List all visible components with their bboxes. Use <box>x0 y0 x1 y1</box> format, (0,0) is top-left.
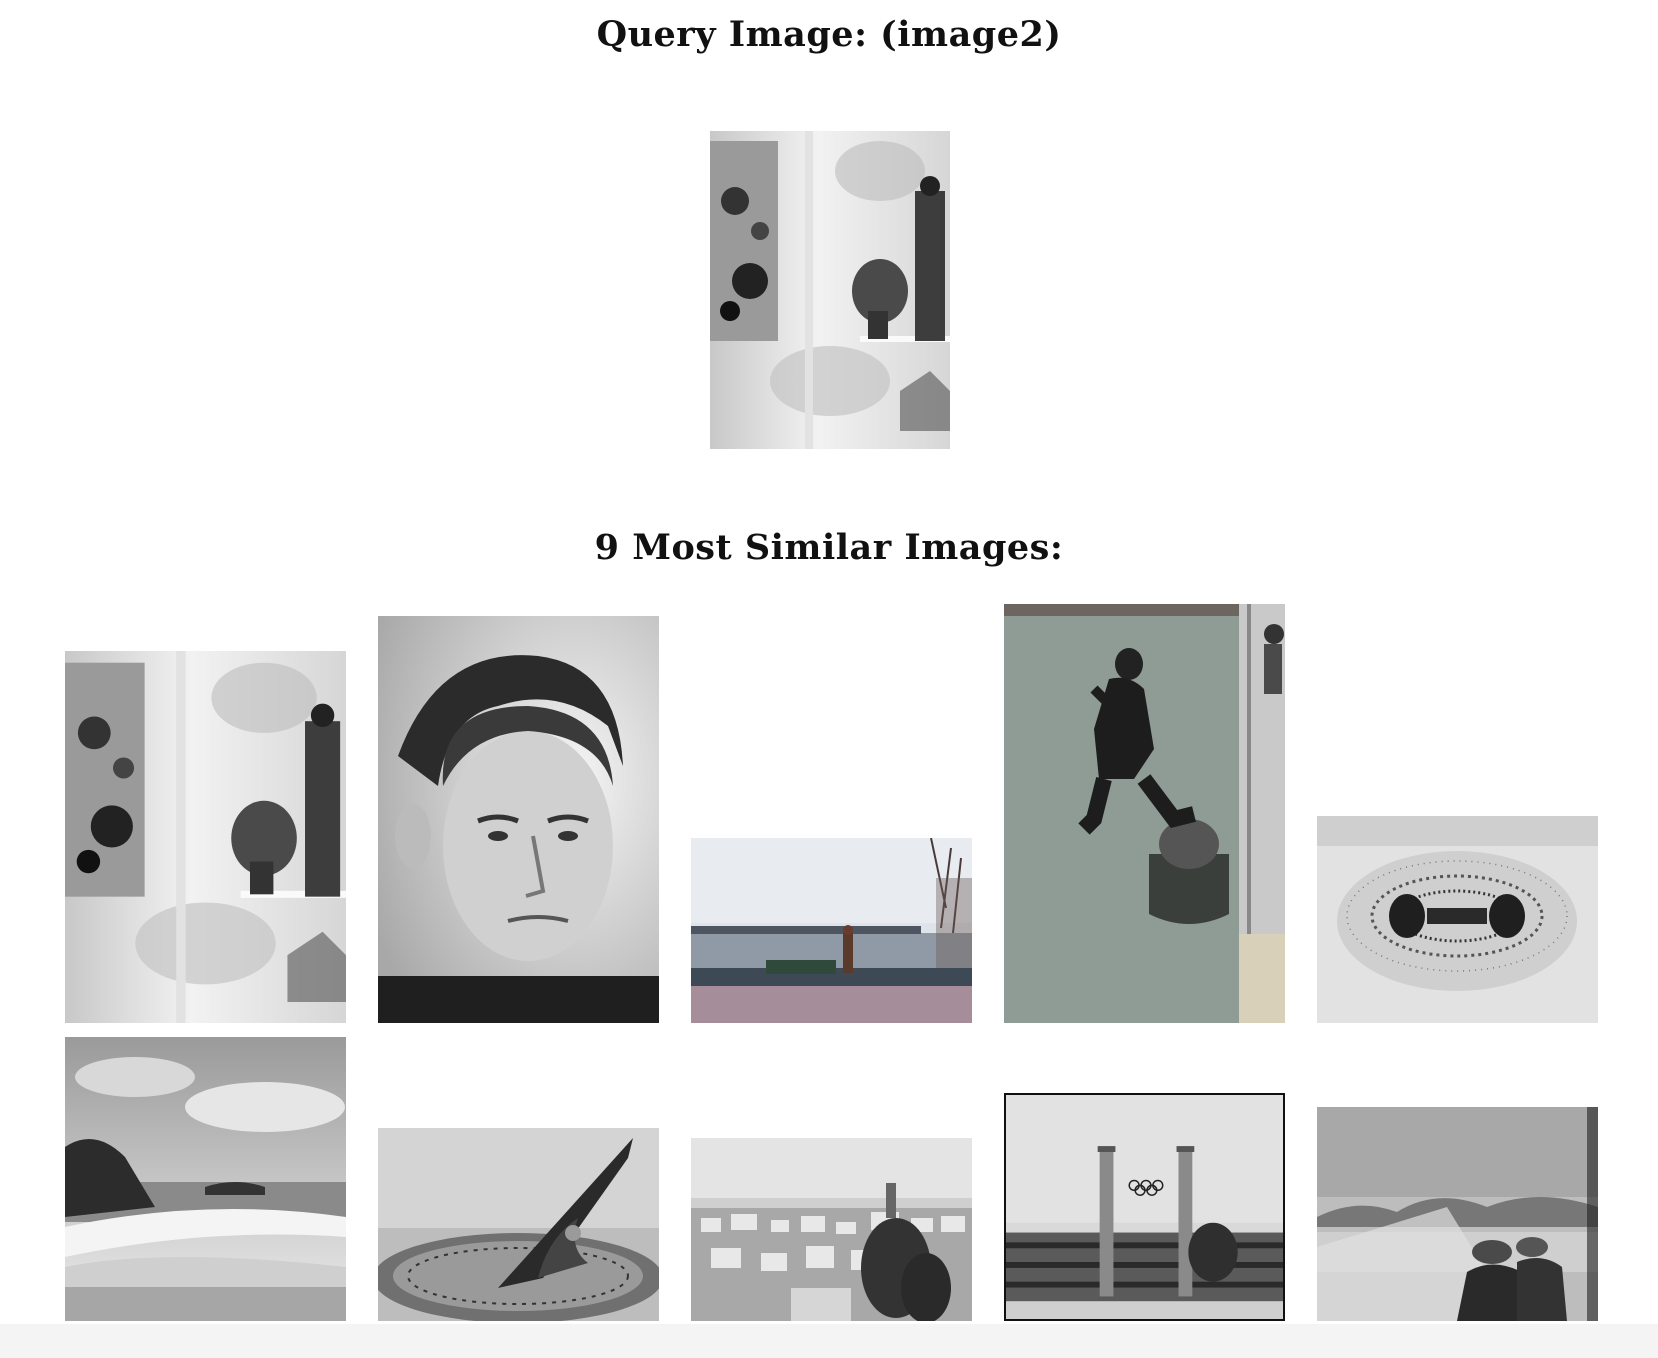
result-image-4[interactable] <box>1004 604 1285 1023</box>
footer-bar <box>0 1324 1658 1358</box>
result-image-2[interactable] <box>378 616 659 1023</box>
result-image-3[interactable] <box>691 838 972 1023</box>
result-image-9[interactable] <box>1004 1093 1285 1321</box>
result-image-5[interactable] <box>1317 816 1598 1023</box>
results-page: Query Image: (image2) 9 Most Similar Ima… <box>0 0 1658 1358</box>
query-image[interactable] <box>710 131 950 449</box>
result-image-7[interactable] <box>378 1128 659 1321</box>
result-image-1[interactable] <box>65 651 346 1023</box>
query-title: Query Image: (image2) <box>596 14 1062 55</box>
result-image-8[interactable] <box>691 1138 972 1321</box>
result-image-10[interactable] <box>1317 1107 1598 1321</box>
results-title: 9 Most Similar Images: <box>594 527 1064 568</box>
result-image-6[interactable] <box>65 1037 346 1321</box>
